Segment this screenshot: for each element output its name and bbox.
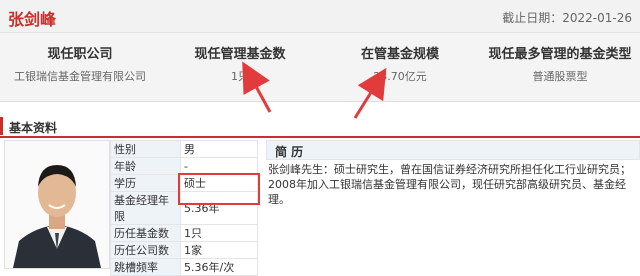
basic-info-table: 性别男 年龄 - 学历 硕士 基金经理年限 5.36年 历任基金数 1只 历任公司数 1家…	[110, 140, 258, 276]
stat-value: 1只	[231, 70, 249, 83]
stat-current-company: 现任职公司 工银瑞信基金管理有限公司	[0, 43, 160, 85]
info-value: 男	[180, 140, 258, 158]
highlight-box	[178, 173, 260, 205]
stat-label: 现任职公司	[47, 47, 113, 62]
table-row: 年龄 -	[110, 157, 258, 175]
resume-text: 张剑峰先生：硕士研究生，曾在国信证券经济研究所担任化工行业研究员；2008年加入…	[268, 163, 631, 206]
manager-name: 张剑峰	[8, 10, 57, 29]
stat-fund-type: 现任最多管理的基金类型 普通股票型	[480, 43, 640, 85]
stat-label: 在管基金规模	[360, 47, 439, 62]
info-key: 基金经理年限	[110, 191, 181, 225]
info-key: 年龄	[110, 157, 181, 175]
manager-photo	[4, 140, 110, 269]
info-value: 1只	[180, 224, 258, 242]
table-row: 跳槽频率 5.36年/次	[110, 258, 258, 276]
info-value: -	[180, 157, 258, 175]
resume-title: 简 历	[275, 145, 304, 159]
stats-panel: 现任职公司 工银瑞信基金管理有限公司 现任管理基金数 1只 在管基金规模 23.…	[0, 33, 640, 102]
resume-header: 简 历	[266, 140, 640, 160]
stat-label: 现任管理基金数	[194, 47, 286, 62]
stat-aum: 在管基金规模 23.70亿元	[320, 43, 480, 85]
info-value: 5.36年/次	[180, 258, 258, 276]
section-accent-bar	[0, 117, 3, 135]
stat-fund-count: 现任管理基金数 1只	[160, 43, 320, 85]
info-value: 1家	[180, 241, 258, 259]
page-header: 张剑峰 截止日期：2022-01-26	[0, 0, 640, 33]
stat-value: 工银瑞信基金管理有限公司	[14, 70, 146, 83]
info-key: 历任公司数	[110, 241, 181, 259]
info-key: 性别	[110, 140, 181, 158]
as-of-date: 截止日期：2022-01-26	[502, 11, 632, 25]
info-key: 学历	[110, 174, 181, 192]
table-row: 历任基金数 1只	[110, 224, 258, 242]
info-key: 历任基金数	[110, 224, 181, 242]
portrait-image	[5, 141, 109, 268]
info-key: 跳槽频率	[110, 258, 181, 276]
table-row: 历任公司数 1家	[110, 241, 258, 259]
table-row: 性别男	[110, 140, 258, 158]
stat-value: 23.70亿元	[373, 70, 427, 83]
section-title-text: 基本资料	[9, 121, 58, 135]
section-title-basic-info: 基本资料	[0, 117, 640, 138]
stat-value: 普通股票型	[532, 70, 588, 83]
stat-label: 现任最多管理的基金类型	[488, 47, 632, 62]
